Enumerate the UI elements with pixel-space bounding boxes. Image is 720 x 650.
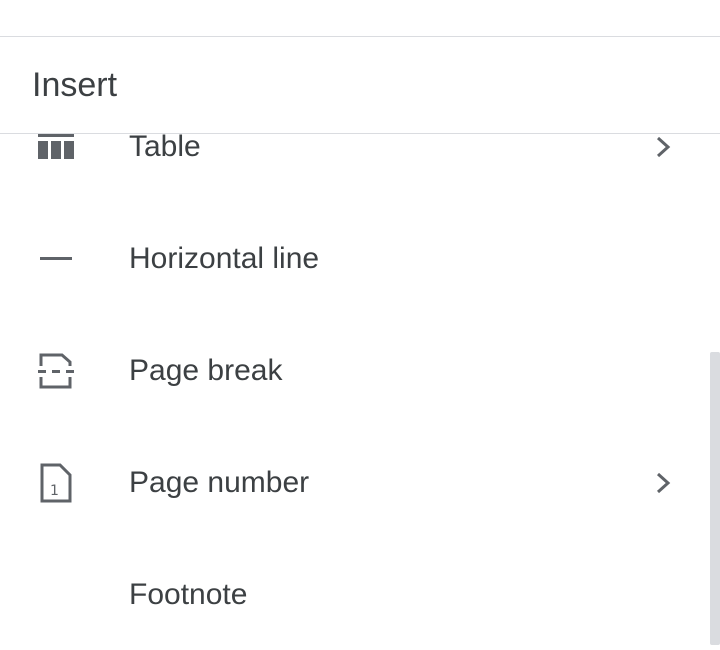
menu-item-page-number[interactable]: 1 Page number <box>0 426 720 538</box>
menu-item-horizontal-line[interactable]: Horizontal line <box>0 202 720 314</box>
menu-item-label: Table <box>129 130 201 163</box>
menu-item-label: Footnote <box>129 578 248 611</box>
menu-title: Insert <box>32 66 118 104</box>
insert-menu-list: Table Horizontal line Page break 1 Page … <box>0 90 720 650</box>
page-number-glyph: 1 <box>50 483 59 499</box>
scrollbar-thumb[interactable] <box>710 352 720 645</box>
menu-header: Insert <box>0 37 720 134</box>
page-number-icon: 1 <box>36 463 76 503</box>
page-break-icon <box>36 351 76 391</box>
chevron-right-icon <box>652 133 674 161</box>
menu-item-label: Page break <box>129 354 283 387</box>
menu-item-page-break[interactable]: Page break <box>0 314 720 426</box>
menu-item-footnote[interactable]: Footnote <box>0 538 720 650</box>
chevron-right-icon <box>652 469 674 497</box>
horizontal-line-icon <box>36 239 76 279</box>
menu-item-label: Horizontal line <box>129 242 320 275</box>
menu-item-label: Page number <box>129 466 310 499</box>
